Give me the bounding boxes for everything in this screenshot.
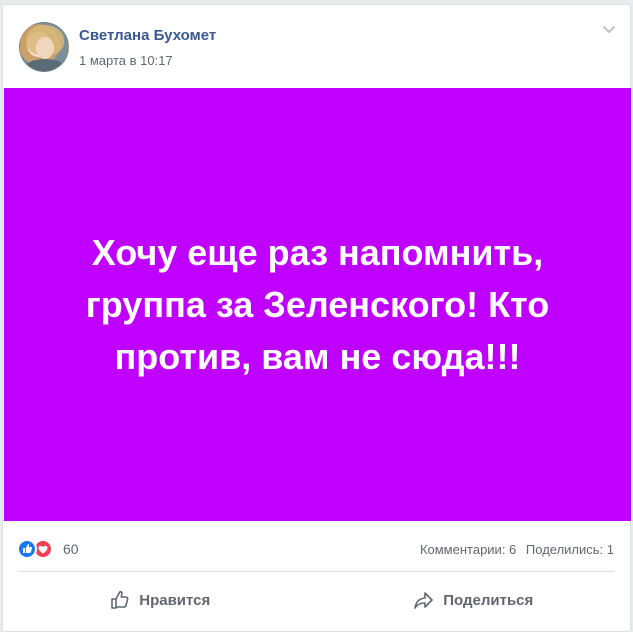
post-text: Хочу еще раз напомнить, группа за Зеленс…: [85, 231, 550, 377]
like-button[interactable]: Нравится: [3, 572, 317, 628]
reaction-count[interactable]: 60: [63, 541, 79, 557]
share-arrow-icon: [414, 592, 434, 609]
avatar-face: [36, 37, 54, 59]
comments-count[interactable]: Комментарии: 6: [420, 542, 516, 557]
post-background: Хочу еще раз напомнить, группа за Зеленс…: [4, 88, 631, 521]
post-header: Светлана Бухомет 1 марта в 10:17: [3, 5, 630, 86]
like-icon: [17, 539, 37, 559]
share-button[interactable]: Поделиться: [317, 572, 631, 628]
reaction-icons[interactable]: [17, 539, 61, 559]
post-timestamp[interactable]: 1 марта в 10:17: [79, 53, 173, 68]
post-actions: Нравится Поделиться: [3, 572, 630, 628]
share-label: Поделиться: [443, 591, 534, 609]
shares-count[interactable]: Поделились: 1: [526, 542, 614, 557]
author-name[interactable]: Светлана Бухомет: [79, 27, 216, 44]
reactions-bar: 60 Комментарии: 6 Поделились: 1: [3, 521, 630, 575]
thumbs-up-icon: [111, 590, 129, 609]
post-card: Светлана Бухомет 1 марта в 10:17 Хочу ещ…: [2, 4, 631, 632]
post-stats: Комментарии: 6 Поделились: 1: [420, 542, 614, 557]
like-label: Нравится: [139, 591, 211, 609]
chevron-down-icon[interactable]: [602, 25, 616, 35]
avatar-shoulder: [24, 59, 66, 71]
author-avatar[interactable]: [19, 22, 69, 72]
